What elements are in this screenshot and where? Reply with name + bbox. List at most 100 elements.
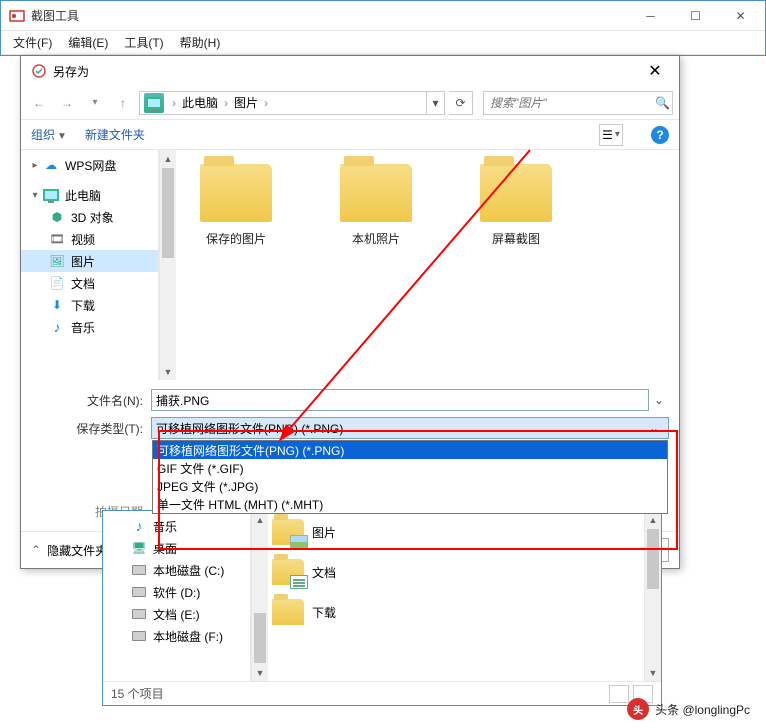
explorer-sidebar: ♪音乐 🖥桌面 本地磁盘 (C:) 软件 (D:) 文档 (E:) 本地磁盘 (… (103, 511, 251, 681)
folder-icon (340, 164, 412, 222)
breadcrumb[interactable]: › 此电脑 › 图片 › ▾ (139, 91, 445, 115)
filetype-dropdown: 可移植网络图形文件(PNG) (*.PNG) GIF 文件 (*.GIF) JP… (152, 440, 668, 514)
chevron-down-icon: ⌄ (644, 421, 664, 435)
logo-icon: 头 (627, 698, 649, 720)
sidebar-item-downloads[interactable]: ⬇下载 (21, 294, 158, 316)
sidebar-item-wps[interactable]: ▸☁WPS网盘 (21, 154, 158, 176)
music-icon: ♪ (131, 518, 147, 534)
option-gif[interactable]: GIF 文件 (*.GIF) (153, 459, 667, 477)
search-icon[interactable]: 🔍 (653, 96, 672, 110)
filename-dropdown[interactable]: ⌄ (649, 393, 669, 407)
list-item[interactable]: 下载 (312, 604, 640, 621)
list-item[interactable]: 文档 (312, 564, 640, 581)
organize-button[interactable]: 组织▼ (31, 126, 67, 143)
watermark: 头 头条 @longlingPc (627, 698, 750, 720)
sidebar-item-thispc[interactable]: ▾此电脑 (21, 184, 158, 206)
file-pane: 保存的图片 本机照片 屏幕截图 (176, 150, 679, 380)
chevron-right-icon: › (260, 96, 272, 110)
filetype-select[interactable]: 可移植网络图形文件(PNG) (*.PNG) ⌄ 可移植网络图形文件(PNG) … (151, 417, 669, 439)
search-input[interactable] (484, 96, 653, 110)
option-mht[interactable]: 单一文件 HTML (MHT) (*.MHT) (153, 495, 667, 513)
help-button[interactable]: ? (651, 126, 669, 144)
folder-icon (272, 519, 304, 545)
sidebar-item-documents[interactable]: 📄文档 (21, 272, 158, 294)
sidebar-scrollbar[interactable]: ▲ ▼ (159, 150, 176, 380)
desktop-icon: 🖥 (131, 540, 147, 556)
dialog-close-button[interactable]: ✕ (635, 58, 675, 84)
sidebar-item-3d[interactable]: ⬢3D 对象 (21, 206, 158, 228)
chevron-up-icon[interactable]: ⌃ (31, 543, 41, 557)
chevron-right-icon: › (220, 96, 232, 110)
music-icon: ♪ (49, 319, 65, 335)
sidebar-item-videos[interactable]: 🎞视频 (21, 228, 158, 250)
view-options-button[interactable]: ☰▾ (599, 124, 623, 146)
app-icon (9, 8, 25, 24)
view-details-button[interactable] (609, 685, 629, 703)
close-button[interactable]: ✕ (718, 2, 763, 30)
window-title: 截图工具 (31, 7, 628, 24)
drive-icon (131, 584, 147, 600)
document-icon: 📄 (49, 275, 65, 291)
chevron-right-icon: › (168, 96, 180, 110)
maximize-button[interactable]: ☐ (673, 2, 718, 30)
save-form: 文件名(N): ⌄ 保存类型(T): 可移植网络图形文件(PNG) (*.PNG… (21, 380, 679, 531)
explorer-pane-scrollbar[interactable]: ▲▼ (644, 511, 661, 681)
folder-item[interactable]: 屏幕截图 (466, 164, 566, 247)
drive-icon (131, 562, 147, 578)
breadcrumb-folder[interactable]: 图片 (232, 94, 260, 111)
folder-item[interactable]: 保存的图片 (186, 164, 286, 247)
refresh-button[interactable]: ⟳ (449, 91, 473, 115)
nav-forward-button[interactable]: → (55, 91, 79, 115)
cube-icon: ⬢ (49, 209, 65, 225)
menu-edit[interactable]: 编辑(E) (60, 32, 116, 53)
sidebar-item-desktop[interactable]: 🖥桌面 (103, 537, 250, 559)
sidebar-item-pictures[interactable]: 🖼图片 (21, 250, 158, 272)
explorer-sidebar-scrollbar[interactable]: ▲▼ (251, 511, 268, 681)
explorer-pane: 图片 文档 下载 (268, 511, 644, 681)
sidebar-item-drive-c[interactable]: 本地磁盘 (C:) (103, 559, 250, 581)
sidebar: ▸☁WPS网盘 ▾此电脑 ⬢3D 对象 🎞视频 🖼图片 📄文档 ⬇下载 ♪音乐 (21, 150, 159, 380)
nav-history-button[interactable]: ▾ (83, 91, 107, 115)
folder-icon (200, 164, 272, 222)
save-icon (31, 63, 47, 79)
sidebar-item-drive-d[interactable]: 软件 (D:) (103, 581, 250, 603)
navbar: ← → ▾ ↑ › 此电脑 › 图片 › ▾ ⟳ 🔍 (21, 86, 679, 120)
folder-icon (480, 164, 552, 222)
main-window: 截图工具 ─ ☐ ✕ 文件(F) 编辑(E) 工具(T) 帮助(H) (0, 0, 766, 56)
scroll-thumb[interactable] (162, 168, 174, 258)
titlebar: 截图工具 ─ ☐ ✕ (1, 1, 765, 31)
folder-icon (272, 559, 304, 585)
drive-icon (131, 628, 147, 644)
menu-help[interactable]: 帮助(H) (172, 32, 229, 53)
sidebar-item-music[interactable]: ♪音乐 (103, 515, 250, 537)
minimize-button[interactable]: ─ (628, 2, 673, 30)
status-text: 15 个项目 (111, 685, 164, 702)
filename-label: 文件名(N): (31, 392, 151, 409)
menu-tools[interactable]: 工具(T) (116, 32, 171, 53)
pc-icon (144, 93, 164, 113)
search-box[interactable]: 🔍 (483, 91, 673, 115)
dialog-title: 另存为 (53, 63, 635, 80)
folder-icon (272, 599, 304, 625)
pc-icon (43, 187, 59, 203)
list-item[interactable]: 图片 (312, 524, 640, 541)
option-jpeg[interactable]: JPEG 文件 (*.JPG) (153, 477, 667, 495)
sidebar-item-music[interactable]: ♪音乐 (21, 316, 158, 338)
drive-icon (131, 606, 147, 622)
breadcrumb-dropdown[interactable]: ▾ (426, 92, 444, 114)
option-png[interactable]: 可移植网络图形文件(PNG) (*.PNG) (153, 441, 667, 459)
hide-folders-link[interactable]: 隐藏文件夹 (47, 542, 107, 559)
filetype-label: 保存类型(T): (31, 420, 151, 437)
nav-back-button[interactable]: ← (27, 91, 51, 115)
scroll-down-button[interactable]: ▼ (160, 363, 176, 380)
scroll-up-button[interactable]: ▲ (160, 150, 176, 167)
sidebar-item-drive-e[interactable]: 文档 (E:) (103, 603, 250, 625)
folder-item[interactable]: 本机照片 (326, 164, 426, 247)
menu-file[interactable]: 文件(F) (5, 32, 60, 53)
filename-input[interactable] (151, 389, 649, 411)
sidebar-item-drive-f[interactable]: 本地磁盘 (F:) (103, 625, 250, 647)
breadcrumb-root[interactable]: 此电脑 (180, 94, 220, 111)
image-icon: 🖼 (49, 253, 65, 269)
nav-up-button[interactable]: ↑ (111, 91, 135, 115)
new-folder-button[interactable]: 新建文件夹 (85, 126, 145, 143)
